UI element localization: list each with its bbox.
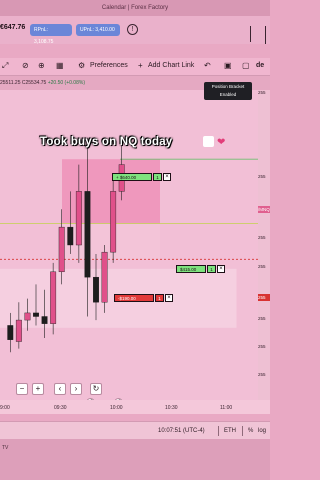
candle-body [41,316,48,324]
preferences-button[interactable]: Preferences [90,62,128,69]
site-label: Calendar | Forex Factory [101,5,169,11]
scroll-left-button[interactable]: ‹ [54,383,66,395]
price-tick: 255 [258,90,266,95]
status-divider [242,426,243,436]
rpnl-badge[interactable]: RPnL: 3,108.75 [30,24,72,45]
candle-body [58,226,65,273]
candle-body [101,251,108,303]
entry-qty[interactable]: 1 [207,265,216,273]
percent-toggle[interactable]: % [248,428,253,434]
take-profit-cancel-icon[interactable]: × [163,173,171,181]
candle-body [15,319,22,342]
stop-loss-order[interactable]: -$190.00 1 × [114,294,176,302]
clock-readout[interactable]: 10:07:51 (UTC-4) [158,428,205,434]
candle-body [84,191,91,278]
time-tick: 10:30 [165,405,178,411]
settings-icon[interactable]: ⊘ [22,61,29,70]
upnl-badge[interactable]: UPnL: 3,410.00 [76,24,120,36]
price-axis[interactable]: 255 255 /MNQ 255 255 255 255 255 255 [258,90,270,400]
ohlc-values: 25511.25 C25534.75 +20.50 (+0.08%) [0,80,85,86]
candle-body [75,191,82,246]
time-tick: 11:00 [220,405,233,411]
candle-body [50,271,57,324]
entry-order[interactable]: $415.00 1 × [176,265,228,273]
symbol-price-tag: /MNQ [258,206,270,213]
expand-icon[interactable]: ▢ [242,61,250,70]
time-tick: 10:00 [110,405,123,411]
indicator-icon[interactable]: ⊕ [38,61,45,70]
take-profit-order[interactable]: + $640.00 1 × [112,173,174,181]
price-tick: 255 [258,264,266,269]
candle-body [67,226,74,246]
candle-body [110,191,117,253]
account-value: €647.76 [0,24,26,31]
zoom-out-button[interactable]: − [16,383,28,395]
preferences-gear-icon[interactable]: ⚙ [78,61,85,70]
position-bracket-toggle[interactable]: Position Bracket Enabled [204,82,252,100]
stop-loss-qty[interactable]: 1 [155,294,164,302]
price-tick: 255 [258,344,266,349]
scroll-right-button[interactable]: › [70,383,82,395]
stop-price-tag: 255 [258,294,270,301]
candle-body [93,276,99,303]
price-tick: 255 [258,316,266,321]
candle-body [24,312,31,321]
ohlc-change: +20.50 (+0.08%) [47,80,85,86]
entry-label[interactable]: $415.00 [176,265,206,273]
panel-edge-icon [265,26,266,44]
camera-icon[interactable]: ▣ [224,61,232,70]
stop-loss-label[interactable]: -$190.00 [114,294,154,302]
position-bracket-title: Position Bracket [211,84,245,89]
reset-chart-icon[interactable]: ↻ [90,383,102,395]
info-icon[interactable]: ! [127,24,138,35]
price-tick: 255 [258,235,266,240]
price-tick: 255 [258,372,266,377]
session-toggle[interactable]: ETH [224,428,236,434]
layout-icon[interactable]: ▦ [56,61,64,70]
brand-logo: TV [2,445,9,451]
bottom-panel: TV [0,439,270,480]
candle-body [33,312,39,317]
chart-toolbar: ⤢ ⊘ ⊕ ▦ ⚙ Preferences + Add Chart Link ↶… [0,58,270,76]
candle-body [7,325,14,340]
status-divider [218,426,219,436]
take-profit-qty[interactable]: 1 [153,173,162,181]
status-bar: 10:07:51 (UTC-4) ETH % log [0,421,270,439]
video-caption: Took buys on NQ today [40,136,173,148]
take-profit-label[interactable]: + $640.00 [112,173,152,181]
stop-loss-cancel-icon[interactable]: × [165,294,173,302]
price-tick: 255 [258,174,266,179]
log-toggle[interactable]: log [258,428,266,434]
browser-title-bar: Calendar | Forex Factory [0,0,270,16]
heart-emoji-icon: ❤ [217,137,226,148]
drawing-tool-icon[interactable]: ⤢ [2,61,8,71]
add-chart-link-icon[interactable]: + [138,61,143,70]
undo-icon[interactable]: ↶ [204,61,211,70]
chart-up-emoji-icon [203,136,214,147]
panel-divider-icon [250,26,258,42]
ohlc-prefix: 25511.25 C25534.75 [0,80,47,86]
time-tick: 09:30 [54,405,67,411]
position-bracket-state: Enabled [219,92,237,97]
toolbar-right-text: de [256,62,265,69]
account-bar: €647.76 RPnL: 3,108.75 UPnL: 3,410.00 ! [0,16,270,45]
zoom-in-button[interactable]: + [32,383,44,395]
time-axis[interactable]: 9:00 09:30 10:00 10:30 11:00 [0,400,270,414]
entry-cancel-icon[interactable]: × [217,265,225,273]
add-chart-link-button[interactable]: Add Chart Link [148,62,194,69]
time-tick: 9:00 [0,405,10,411]
